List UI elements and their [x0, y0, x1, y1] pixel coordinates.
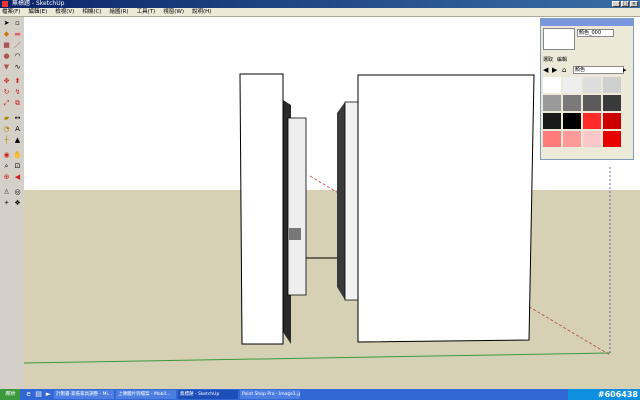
right-panel-inner-block: [344, 101, 359, 301]
menu-file[interactable]: 檔案(F): [2, 8, 20, 16]
system-tray: #606438: [568, 389, 640, 400]
scale-tool-icon[interactable]: ⤢: [2, 99, 11, 108]
quicklaunch-ie-icon[interactable]: e: [24, 390, 33, 399]
back-arrow-icon[interactable]: ◀: [543, 66, 548, 74]
material-swatch-grid: [543, 77, 621, 147]
taskbar-item-active[interactable]: 無標題 - SketchUp: [178, 390, 238, 399]
material-swatch[interactable]: [543, 77, 561, 93]
watermark-id: #606438: [597, 390, 638, 399]
material-swatch[interactable]: [603, 95, 621, 111]
look-around-icon[interactable]: ◎: [13, 188, 22, 197]
materials-panel: 顏色_000 選取 編輯 ◀ ▶ ⌂ 顏色 ▸: [540, 18, 634, 160]
rectangle-tool-icon[interactable]: ■: [2, 41, 11, 50]
material-swatch[interactable]: [603, 113, 621, 129]
material-swatch[interactable]: [563, 77, 581, 93]
home-icon[interactable]: ⌂: [562, 66, 566, 74]
materials-panel-header: [541, 19, 633, 26]
materials-nav-row: ◀ ▶ ⌂ 顏色 ▸: [543, 66, 629, 74]
materials-tabs: 選取 編輯: [543, 56, 567, 63]
pan-tool-icon[interactable]: ✋: [13, 151, 22, 160]
move-tool-icon[interactable]: ✥: [2, 77, 11, 86]
3d-text-icon[interactable]: ▲: [13, 136, 22, 145]
menu-window[interactable]: 視窗(W): [163, 8, 184, 16]
eraser-icon[interactable]: ▬: [13, 30, 22, 39]
arc-tool-icon[interactable]: ◠: [13, 52, 22, 61]
text-tool-icon[interactable]: A: [13, 125, 22, 134]
window-controls: _ □ ×: [612, 1, 638, 7]
circle-tool-icon[interactable]: ●: [2, 52, 11, 61]
tab-select[interactable]: 選取: [543, 56, 553, 63]
material-swatch[interactable]: [603, 77, 621, 93]
material-swatch[interactable]: [583, 113, 601, 129]
taskbar-item[interactable]: 計劃書-家裝家具調整 - Mi...: [54, 390, 114, 399]
tape-measure-icon[interactable]: ▰: [2, 114, 11, 123]
left-panel-shadow: [289, 228, 301, 240]
freehand-tool-icon[interactable]: ∿: [13, 63, 22, 72]
close-button[interactable]: ×: [630, 1, 638, 7]
orbit-tool-icon[interactable]: ◉: [2, 151, 11, 160]
select-tool-icon[interactable]: ➤: [2, 19, 11, 28]
zoom-extents-icon[interactable]: ⊕: [2, 173, 11, 182]
green-axis: [24, 352, 611, 364]
menu-camera[interactable]: 相機(C): [82, 8, 101, 16]
position-camera-icon[interactable]: ♙: [2, 188, 11, 197]
quicklaunch-desktop-icon[interactable]: ▤: [34, 390, 43, 399]
material-swatch[interactable]: [583, 95, 601, 111]
material-swatch[interactable]: [543, 95, 561, 111]
material-swatch[interactable]: [583, 77, 601, 93]
zoom-tool-icon[interactable]: ⌕: [2, 162, 11, 171]
sketchup-app-icon: [2, 1, 8, 7]
protractor-icon[interactable]: ◔: [2, 125, 11, 134]
taskbar: 開始 e ▤ ► 計劃書-家裝家具調整 - Mi... 上傳圖片到檔案 - Mo…: [0, 389, 640, 400]
line-tool-icon[interactable]: ／: [13, 41, 22, 50]
material-swatch[interactable]: [563, 131, 581, 147]
material-swatch[interactable]: [603, 131, 621, 147]
window-title: 無標題 - SketchUp: [12, 0, 65, 7]
menu-tools[interactable]: 工具(T): [137, 8, 156, 16]
material-swatch[interactable]: [543, 131, 561, 147]
paint-bucket-icon[interactable]: ◆: [2, 30, 11, 39]
tab-edit[interactable]: 編輯: [557, 56, 567, 63]
material-swatch[interactable]: [543, 113, 561, 129]
forward-arrow-icon[interactable]: ▶: [552, 66, 557, 74]
axes-tool-icon[interactable]: ┼: [2, 136, 11, 145]
offset-tool-icon[interactable]: ⧉: [13, 99, 22, 108]
material-name-field[interactable]: 顏色_000: [577, 29, 614, 37]
left-panel-inner-block: [287, 117, 307, 296]
rotate-tool-icon[interactable]: ↻: [2, 88, 11, 97]
material-preview: [543, 28, 575, 50]
menu-draw[interactable]: 繪圖(R): [109, 8, 128, 16]
menu-help[interactable]: 說明(H): [192, 8, 211, 16]
maximize-button[interactable]: □: [621, 1, 629, 7]
taskbar-item[interactable]: 上傳圖片到檔案 - Mobil...: [116, 390, 176, 399]
left-panel-front: [239, 73, 284, 345]
menu-edit[interactable]: 編輯(E): [28, 8, 47, 16]
previous-view-icon[interactable]: ◀: [13, 173, 22, 182]
quicklaunch-media-icon[interactable]: ►: [44, 390, 53, 399]
title-bar: 無標題 - SketchUp _ □ ×: [0, 0, 640, 8]
polygon-tool-icon[interactable]: ▼: [2, 63, 11, 72]
walk-tool-icon[interactable]: ✦: [2, 199, 11, 208]
section-plane-icon[interactable]: ❖: [13, 199, 22, 208]
dimension-tool-icon[interactable]: ↔: [13, 114, 22, 123]
make-component-icon[interactable]: ▫: [13, 19, 22, 28]
menu-view[interactable]: 檢視(V): [55, 8, 74, 16]
right-panel-front: [357, 74, 535, 343]
tool-palette: ➤ ▫ ◆ ▬ ■ ／ ● ◠ ▼ ∿ ✥ ⬆ ↻ ↯ ⤢ ⧉ ▰ ↔ ◔ A …: [0, 17, 25, 389]
menu-bar: 檔案(F) 編輯(E) 檢視(V) 相機(C) 繪圖(R) 工具(T) 視窗(W…: [0, 8, 640, 17]
material-swatch[interactable]: [583, 131, 601, 147]
start-button[interactable]: 開始: [0, 389, 20, 400]
material-swatch[interactable]: [563, 95, 581, 111]
minimize-button[interactable]: _: [612, 1, 620, 7]
push-pull-tool-icon[interactable]: ⬆: [13, 77, 22, 86]
follow-me-icon[interactable]: ↯: [13, 88, 22, 97]
taskbar-item[interactable]: Paint Shop Pro - Image1.jpg: [240, 390, 300, 399]
material-category-select[interactable]: 顏色: [573, 66, 624, 74]
material-swatch[interactable]: [563, 113, 581, 129]
zoom-window-icon[interactable]: ⊡: [13, 162, 22, 171]
details-icon[interactable]: ▸: [623, 66, 627, 74]
